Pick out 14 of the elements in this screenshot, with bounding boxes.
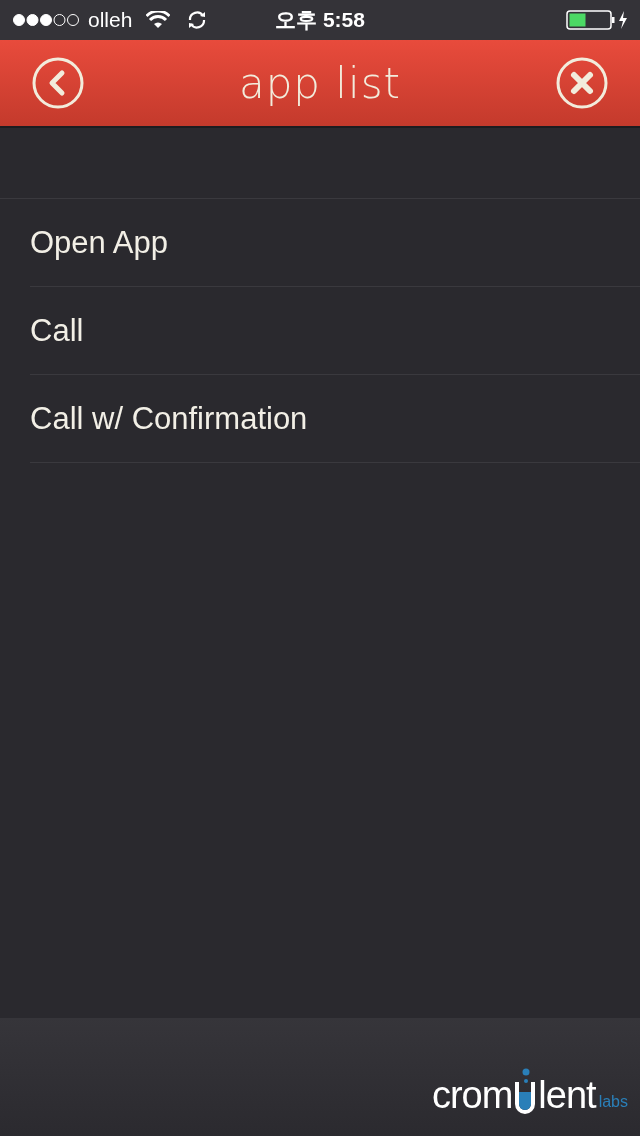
close-button[interactable] [556, 57, 608, 109]
list-item[interactable]: Call [30, 287, 640, 375]
logo-text: lent [538, 1076, 596, 1114]
status-time: 오후 5:58 [275, 7, 365, 33]
battery-icon [566, 10, 628, 30]
back-button[interactable] [32, 57, 84, 109]
signal-icon [12, 13, 80, 27]
list-item[interactable]: Open App [30, 199, 640, 287]
header-title: app list [238, 58, 402, 108]
logo-text: crom [431, 1076, 513, 1114]
carrier-name: olleh [88, 8, 133, 32]
wifi-icon [146, 11, 171, 29]
logo-suffix: labs [598, 1094, 628, 1110]
list-item[interactable]: Call w/ Confirmation [30, 375, 640, 463]
